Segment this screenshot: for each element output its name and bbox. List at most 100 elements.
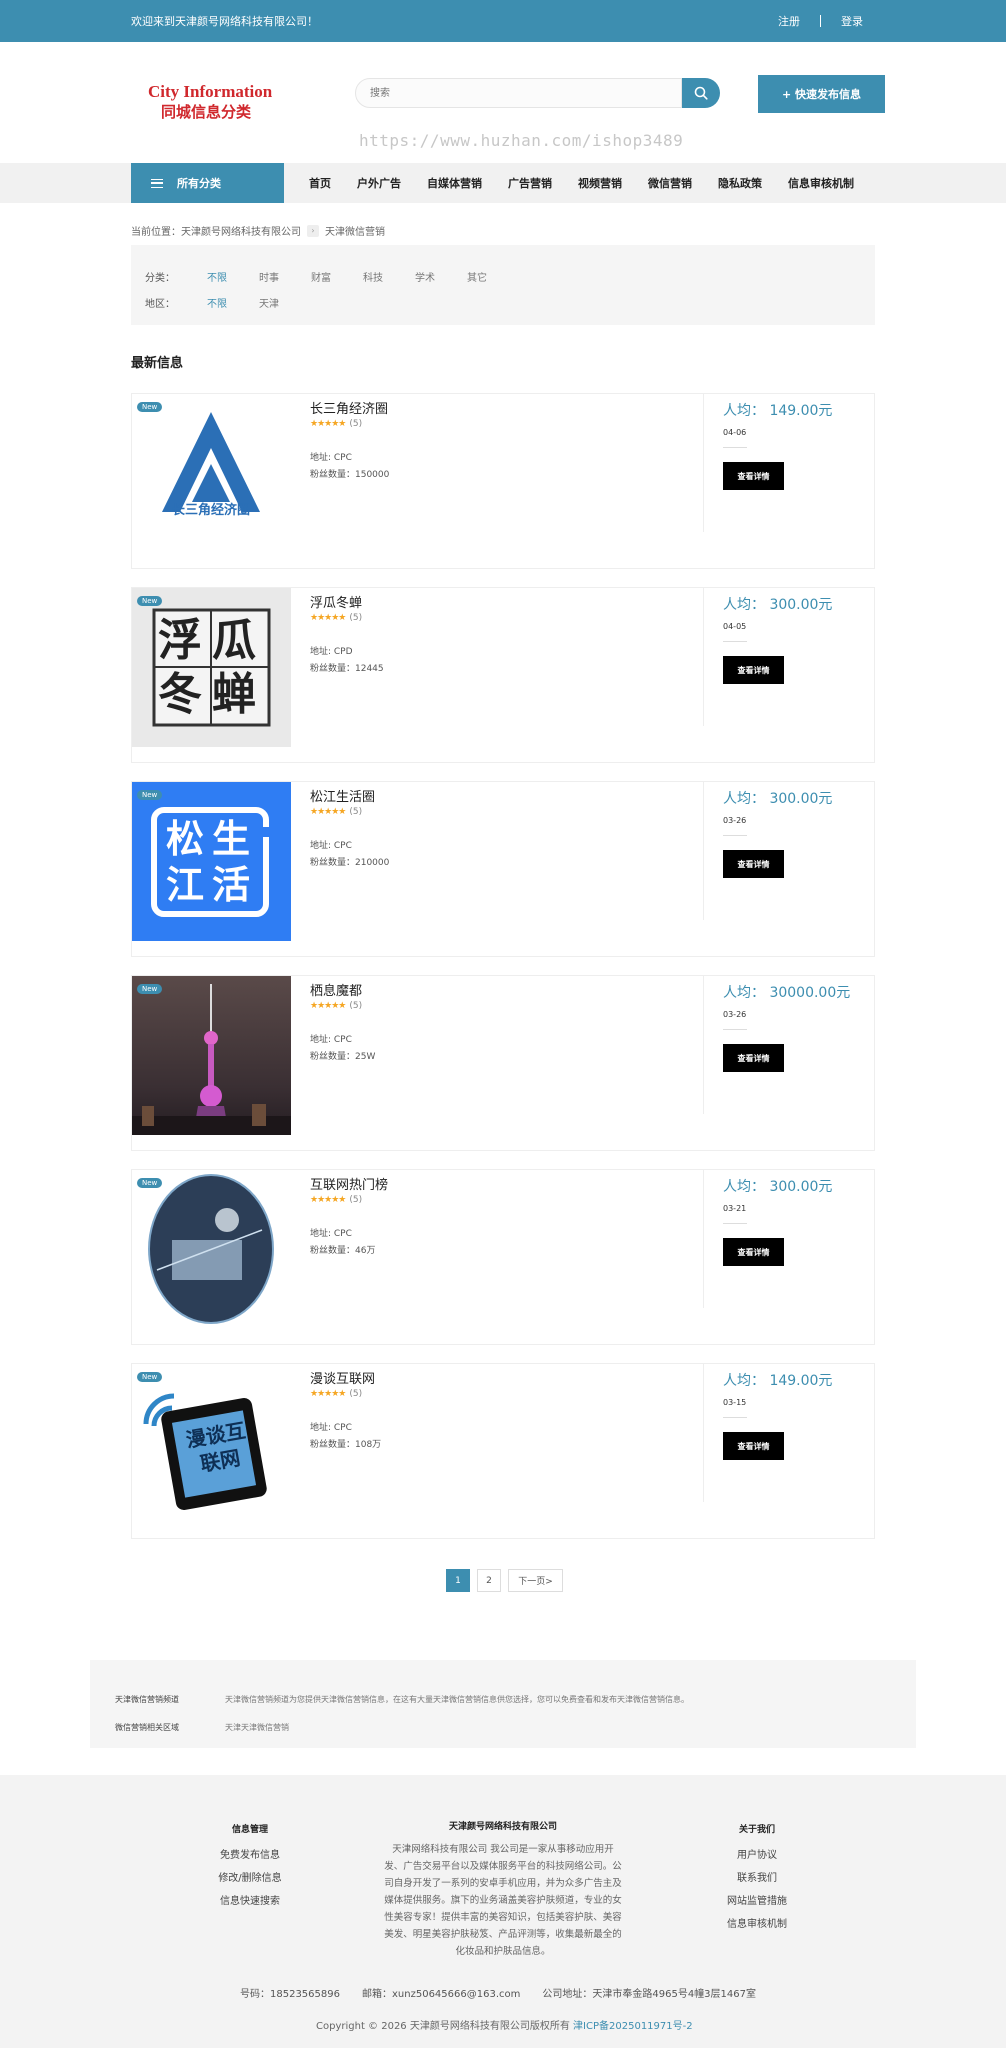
listing-address: 地址: CPD [310,647,353,657]
listing-title[interactable]: 浮瓜冬蝉 [310,592,362,611]
login-link[interactable]: 登录 [841,13,863,29]
register-link[interactable]: 注册 [778,13,800,29]
logo-chinese[interactable]: 同城信息分类 [161,101,251,122]
related-label: 天津微信营销频道 [115,1694,179,1704]
listing-price: 人均： 30000.00元 [723,985,851,1001]
view-details-button[interactable]: 查看详情 [723,462,784,490]
footer-link-search[interactable]: 信息快速搜索 [200,1892,300,1907]
publish-button[interactable]: + 快速发布信息 [758,75,885,113]
listing-title[interactable]: 长三角经济圈 [310,398,388,417]
price-separator [723,447,747,448]
nav-item-self-media[interactable]: 自媒体营销 [427,175,482,191]
listing-fans: 粉丝数量：12445 [310,664,384,674]
nav-item-home[interactable]: 首页 [309,175,331,191]
nav-item-outdoor-ads[interactable]: 户外广告 [357,175,401,191]
icp-link[interactable]: 津ICP备2025011971号-2 [573,2021,693,2032]
region-option-tianjin[interactable]: 天津 [259,295,279,310]
listing-thumbnail[interactable]: 松生江活 [132,782,291,941]
category-option-wealth[interactable]: 财富 [311,269,331,284]
category-option-other[interactable]: 其它 [467,269,487,284]
nav-item-privacy[interactable]: 隐私政策 [718,175,762,191]
view-details-button[interactable]: 查看详情 [723,656,784,684]
star-rating: ★★★★★ (5) [310,1195,362,1205]
view-details-button[interactable]: 查看详情 [723,1432,784,1460]
rating-count: (5) [349,1389,363,1399]
search-input[interactable] [355,78,682,108]
region-option-any[interactable]: 不限 [207,295,227,310]
pagination: 1 2 下一页> [446,1569,570,1592]
price-separator [723,1417,747,1418]
star-rating: ★★★★★ (5) [310,807,362,817]
listing-divider [703,782,704,920]
search-button[interactable] [682,78,720,108]
watermark-text: https://www.huzhan.com/ishop3489 [359,131,684,150]
footer-info-column: 信息管理 免费发布信息 修改/删除信息 信息快速搜索 [200,1822,300,1915]
listing-title[interactable]: 互联网热门榜 [310,1174,388,1193]
listing-thumbnail[interactable]: 浮瓜冬蝉 [132,588,291,747]
footer-copyright: Copyright © 2026 天津颜号网络科技有限公司版权所有 津ICP备2… [316,2017,693,2032]
listing-divider [703,588,704,726]
footer-link-contact[interactable]: 联系我们 [707,1869,807,1884]
footer-link-publish[interactable]: 免费发布信息 [200,1846,300,1861]
listing-address: 地址: CPC [310,1229,352,1239]
listing-price: 人均： 149.00元 [723,403,833,419]
page-1-button[interactable]: 1 [446,1569,470,1592]
footer-link-edit[interactable]: 修改/删除信息 [200,1869,300,1884]
logo-english[interactable]: City Information [148,82,272,102]
nav-item-wechat-marketing[interactable]: 微信营销 [648,175,692,191]
nav-item-review-policy[interactable]: 信息审核机制 [788,175,854,191]
listing-date: 04-05 [723,622,747,631]
listing-title[interactable]: 松江生活圈 [310,786,375,805]
triangle-logo-icon: 长三角经济圈 [162,412,260,518]
listing-thumbnail[interactable]: 漫谈互联网 [132,1364,291,1523]
new-badge: New [137,402,163,412]
listing-address: 地址: CPC [310,841,352,851]
footer-link-agreement[interactable]: 用户协议 [707,1846,807,1861]
view-details-button[interactable]: 查看详情 [723,1238,784,1266]
category-option-tech[interactable]: 科技 [363,269,383,284]
listing-card: 浮瓜冬蝉 New 浮瓜冬蝉 ★★★★★ (5) 地址: CPD 粉丝数量：1244… [131,587,875,763]
listing-image-text: 漫谈互联网 [184,1418,248,1477]
listing-price: 人均： 300.00元 [723,1179,833,1195]
footer-address: 公司地址：天津市奉金路4965号4幢3层1467室 [542,1989,756,2000]
nav-menu: 首页 户外广告 自媒体营销 广告营销 视频营销 微信营销 隐私政策 信息审核机制 [309,163,880,203]
region-filter-row: 地区： 不限 天津 [145,289,861,315]
category-option-any[interactable]: 不限 [207,269,227,284]
page-2-button[interactable]: 2 [477,1569,501,1592]
listing-thumbnail[interactable] [132,1170,291,1329]
next-page-button[interactable]: 下一页> [508,1569,563,1592]
latest-info-title: 最新信息 [131,356,184,371]
listing-title[interactable]: 栖息魔都 [310,980,362,999]
listing-card: New 互联网热门榜 ★★★★★ (5) 地址: CPC 粉丝数量：46万 人均：… [131,1169,875,1345]
listing-image-text: 浮瓜冬蝉 [158,615,266,720]
footer-link-supervision[interactable]: 网站监管措施 [707,1892,807,1907]
listing-card: New 栖息魔都 ★★★★★ (5) 地址: CPC 粉丝数量：25W 人均： 3… [131,975,875,1151]
view-details-button[interactable]: 查看详情 [723,1044,784,1072]
listing-date: 03-26 [723,1010,747,1019]
price-separator [723,1029,747,1030]
all-categories-button[interactable]: 所有分类 [131,163,284,203]
listing-thumbnail[interactable] [132,976,291,1135]
listing-thumbnail[interactable]: 长三角经济圈 [132,394,291,553]
listing-card: 漫谈互联网 New 漫谈互联网 ★★★★★ (5) 地址: CPC 粉丝数量：10… [131,1363,875,1539]
view-details-button[interactable]: 查看详情 [723,850,784,878]
category-option-academic[interactable]: 学术 [415,269,435,284]
footer-link-review[interactable]: 信息审核机制 [707,1915,807,1930]
rating-count: (5) [349,613,363,623]
listing-image-text: 长三角经济圈 [172,502,250,518]
listing-title[interactable]: 漫谈互联网 [310,1368,375,1387]
breadcrumb: 当前位置： 天津颜号网络科技有限公司 › 天津微信营销 [131,223,385,238]
nav-item-video-marketing[interactable]: 视频营销 [578,175,622,191]
search-icon [694,86,708,100]
stars-icon: ★★★★★ [310,1001,346,1011]
nav-item-ad-marketing[interactable]: 广告营销 [508,175,552,191]
related-region-link[interactable]: 天津天津微信营销 [225,1722,289,1733]
star-rating: ★★★★★ (5) [310,419,362,429]
breadcrumb-home[interactable]: 天津颜号网络科技有限公司 [181,223,301,238]
star-rating: ★★★★★ (5) [310,613,362,623]
listing-date: 03-21 [723,1204,747,1213]
stars-icon: ★★★★★ [310,1389,346,1399]
category-option-news[interactable]: 时事 [259,269,279,284]
footer-about: 天津颜号网络科技有限公司 天津网络科技有限公司 我公司是一家从事移动应用开发、广… [384,1820,622,1960]
listing-fans: 粉丝数量：25W [310,1052,376,1062]
